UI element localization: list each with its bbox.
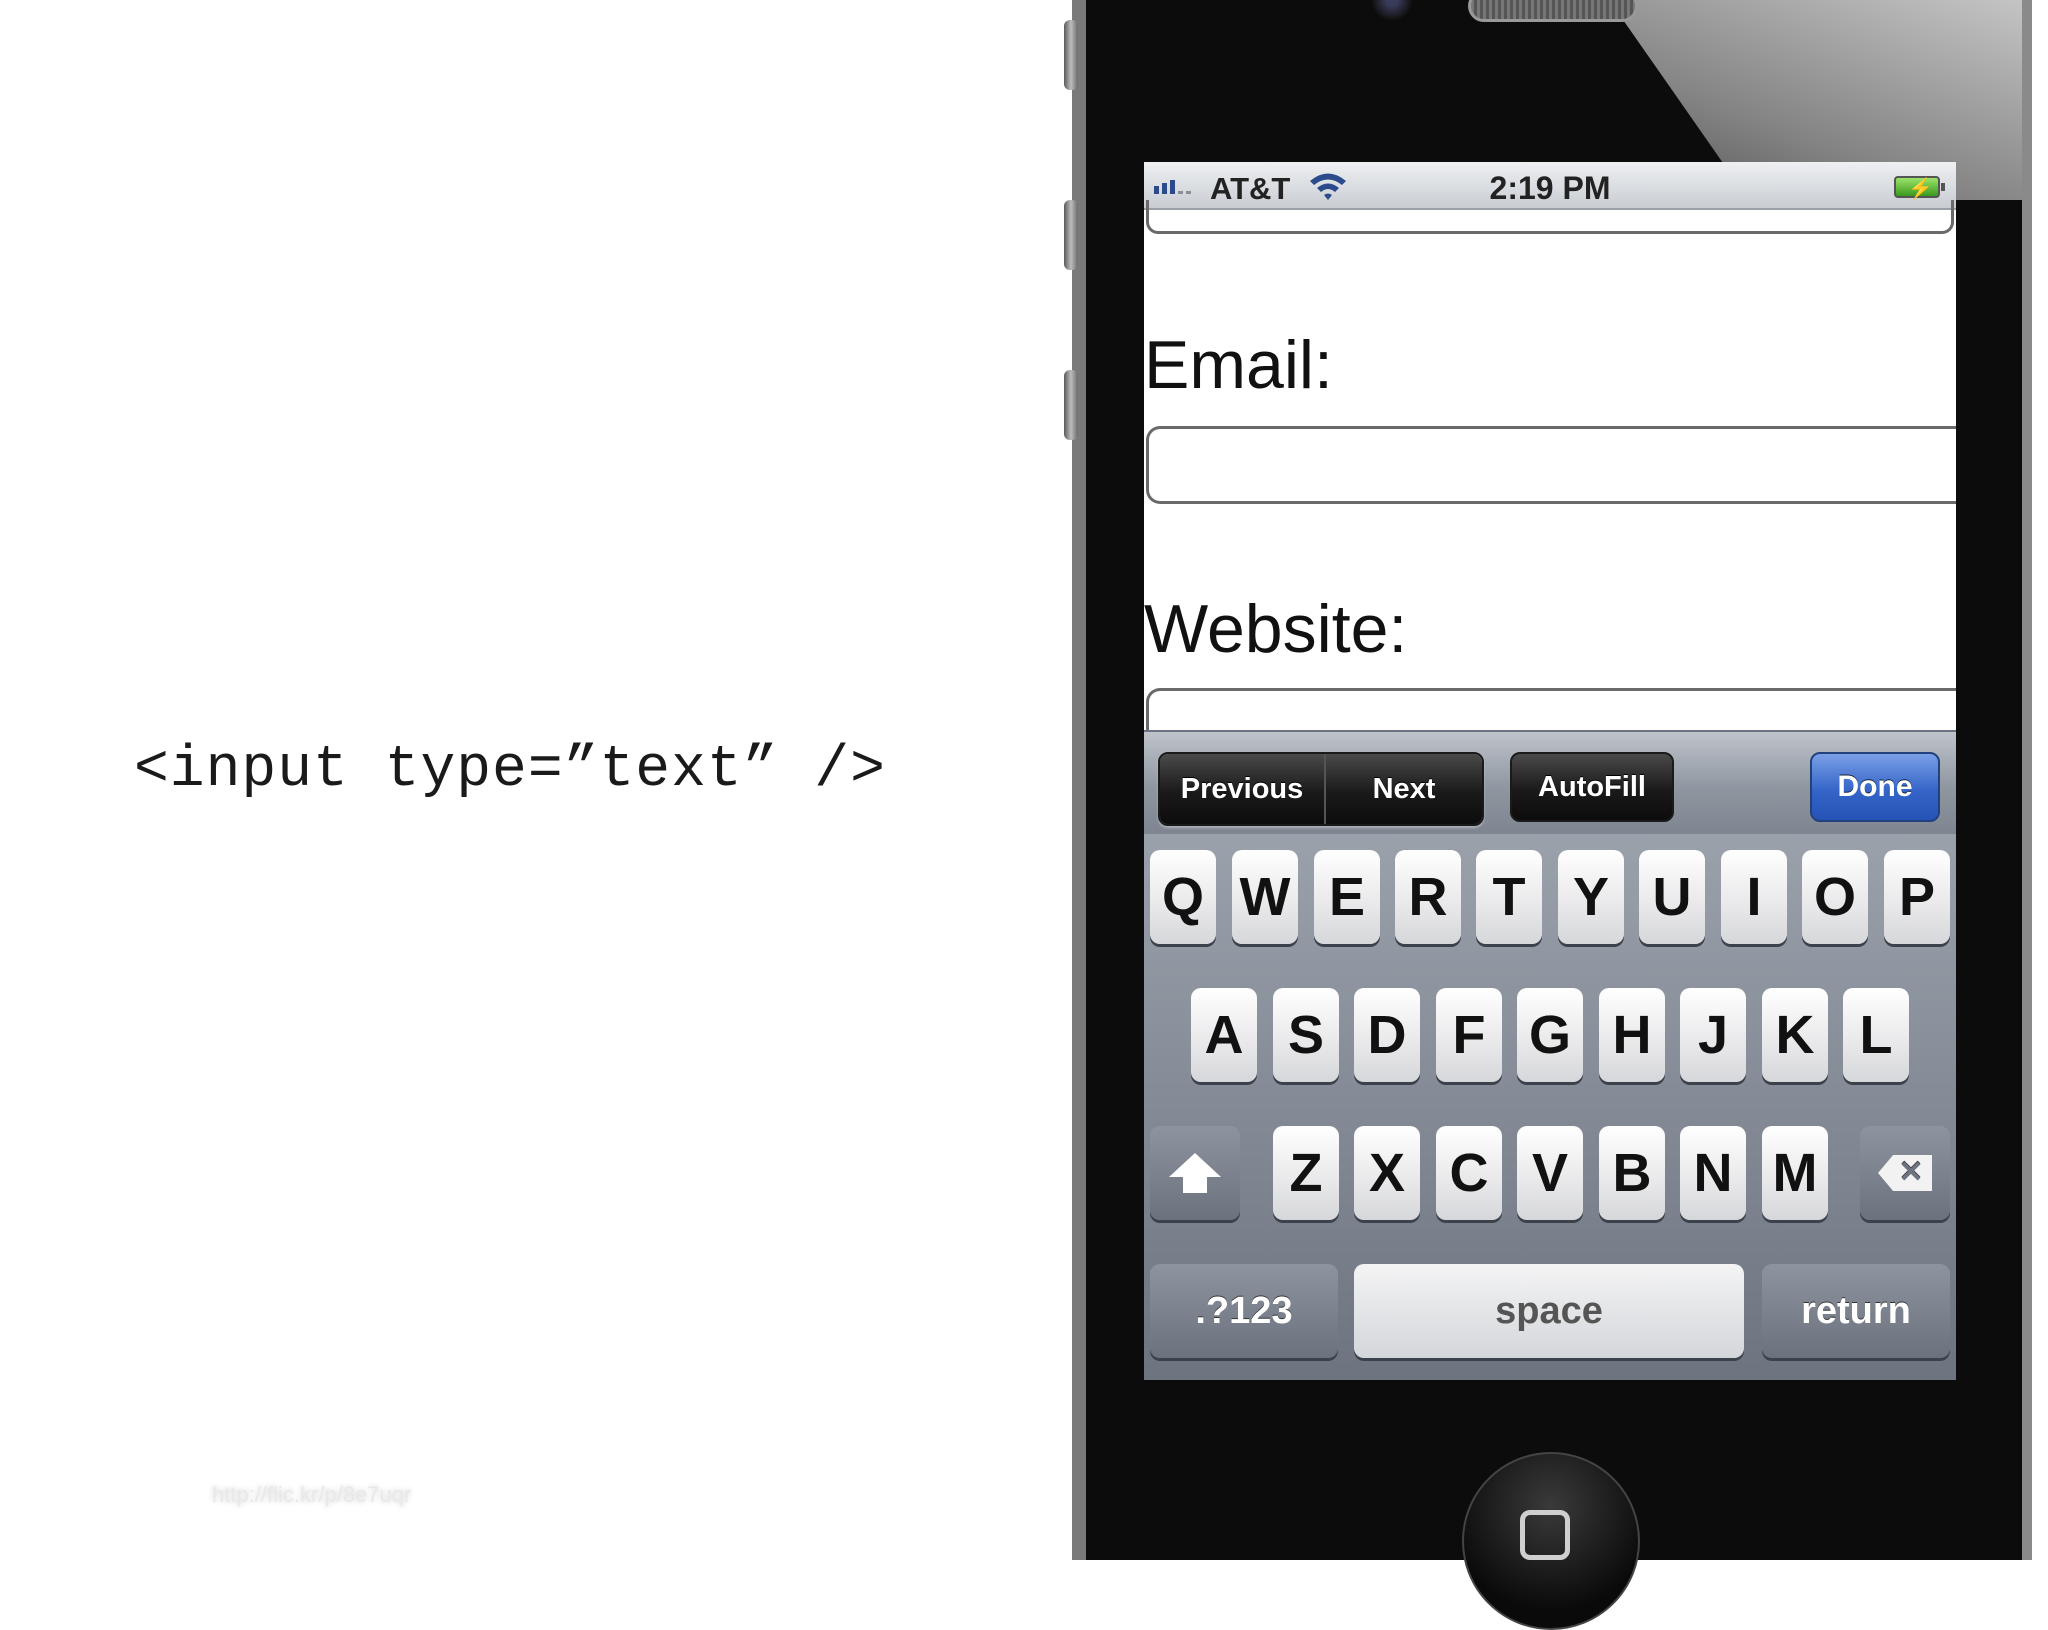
key-l[interactable]: L [1843, 988, 1909, 1082]
key-p[interactable]: P [1884, 850, 1950, 944]
key-y[interactable]: Y [1558, 850, 1624, 944]
key-t[interactable]: T [1476, 850, 1542, 944]
key-k[interactable]: K [1762, 988, 1828, 1082]
return-key[interactable]: return [1762, 1264, 1950, 1358]
earpiece-speaker [1468, 0, 1638, 22]
prev-next-segmented-control: Previous Next [1158, 752, 1484, 826]
autofill-button[interactable]: AutoFill [1510, 752, 1674, 822]
key-w[interactable]: W [1232, 850, 1298, 944]
key-f[interactable]: F [1436, 988, 1502, 1082]
battery-charging-icon: ⚡ [1894, 176, 1945, 200]
shift-key[interactable] [1150, 1126, 1240, 1220]
key-b[interactable]: B [1599, 1126, 1665, 1220]
source-link[interactable]: http://flic.kr/p/8e7uqr [212, 1482, 411, 1508]
space-key[interactable]: space [1354, 1264, 1744, 1358]
mute-switch [1064, 20, 1078, 90]
next-button[interactable]: Next [1324, 754, 1482, 824]
key-s[interactable]: S [1273, 988, 1339, 1082]
phone-screen: AT&T 2:19 PM ⚡ Email: Website: Previous … [1144, 162, 1956, 1380]
volume-down-button [1064, 370, 1078, 440]
previous-field-bottom[interactable] [1146, 200, 1954, 234]
home-square-icon [1520, 1510, 1570, 1560]
website-label: Website: [1144, 591, 1408, 667]
key-c[interactable]: C [1436, 1126, 1502, 1220]
shift-arrow-icon [1169, 1153, 1221, 1193]
key-v[interactable]: V [1517, 1126, 1583, 1220]
key-x[interactable]: X [1354, 1126, 1420, 1220]
email-label: Email: [1144, 327, 1333, 403]
key-i[interactable]: I [1721, 850, 1787, 944]
key-g[interactable]: G [1517, 988, 1583, 1082]
key-d[interactable]: D [1354, 988, 1420, 1082]
volume-up-button [1064, 200, 1078, 270]
key-r[interactable]: R [1395, 850, 1461, 944]
backspace-icon: ✕ [1878, 1155, 1932, 1191]
key-e[interactable]: E [1314, 850, 1380, 944]
key-o[interactable]: O [1802, 850, 1868, 944]
form-accessory-bar: Previous Next AutoFill Done [1144, 730, 1956, 834]
key-q[interactable]: Q [1150, 850, 1216, 944]
key-m[interactable]: M [1762, 1126, 1828, 1220]
key-n[interactable]: N [1680, 1126, 1746, 1220]
key-a[interactable]: A [1191, 988, 1257, 1082]
email-input[interactable] [1149, 429, 1956, 501]
key-u[interactable]: U [1639, 850, 1705, 944]
previous-button[interactable]: Previous [1160, 754, 1324, 824]
email-field[interactable] [1146, 426, 1956, 504]
key-z[interactable]: Z [1273, 1126, 1339, 1220]
code-caption: <input type=”text” /> [134, 738, 886, 803]
keyboard: Q W E R T Y U I O P A S D F G H J K L Z … [1144, 834, 1956, 1380]
web-form: Email: Website: [1144, 200, 1956, 766]
backspace-key[interactable]: ✕ [1860, 1126, 1950, 1220]
key-j[interactable]: J [1680, 988, 1746, 1082]
key-h[interactable]: H [1599, 988, 1665, 1082]
numbers-key[interactable]: .?123 [1150, 1264, 1338, 1358]
done-button[interactable]: Done [1810, 752, 1940, 822]
